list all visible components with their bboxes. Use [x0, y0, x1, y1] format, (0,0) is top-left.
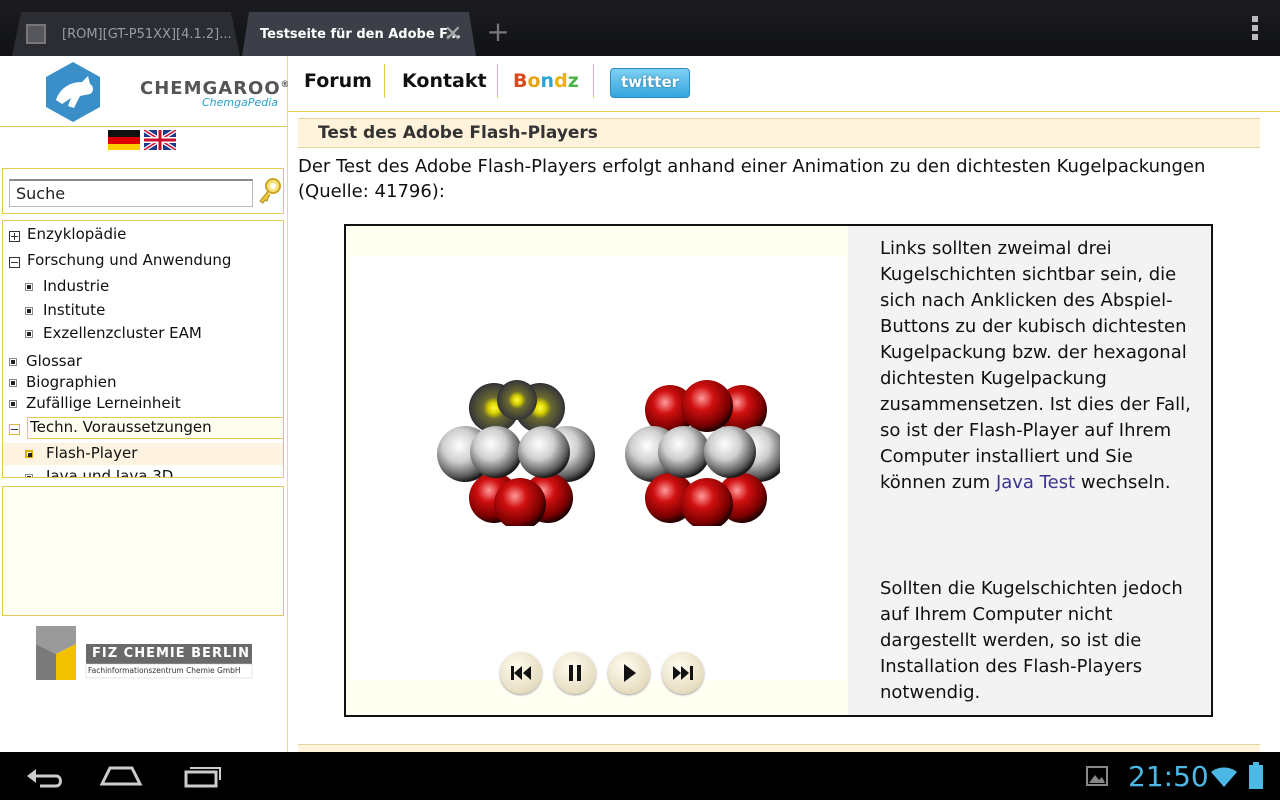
bullet-icon: [9, 379, 17, 387]
nav-forum[interactable]: Forum: [304, 70, 372, 92]
nav-item-enzyklopaedie[interactable]: Enzyklopädie: [27, 225, 126, 243]
pause-icon: [569, 665, 581, 681]
close-tab-icon[interactable]: ✕: [444, 22, 462, 47]
bullet-icon: [25, 283, 33, 291]
top-navigation: Forum Kontakt Bondz twitter: [288, 56, 1280, 112]
sidebar: CHEMGAROO® ChemgaPedia Suche Enzyklopädi…: [0, 56, 290, 752]
nav-item-flash-player[interactable]: Flash-Player: [46, 444, 137, 462]
next-section-header: [298, 744, 1260, 752]
java-test-link[interactable]: Java Test: [996, 472, 1075, 493]
divider: [384, 64, 385, 98]
section-title: Test des Adobe Flash-Players: [318, 123, 598, 143]
back-icon[interactable]: [24, 762, 70, 790]
flash-demo-box: Links sollten zweimal drei Kugelschichte…: [344, 224, 1213, 717]
key-search-icon[interactable]: [257, 177, 283, 205]
overflow-menu-icon[interactable]: [1252, 16, 1260, 40]
bondz-letter: n: [540, 70, 555, 92]
nav-item-java[interactable]: Java und Java 3D: [46, 467, 173, 477]
tab-title: [ROM][GT-P51XX][4.1.2]...: [62, 26, 232, 42]
skip-forward-icon: [673, 666, 693, 680]
fiz-title: FIZ CHEMIE BERLIN: [92, 646, 250, 661]
intro-text: Der Test des Adobe Flash-Players erfolgt…: [298, 156, 1206, 202]
browser-tab-active[interactable]: Testseite für den Adobe F... ✕: [242, 12, 476, 56]
logo-subtitle: ChemgaPedia: [202, 96, 279, 109]
flash-animation-area[interactable]: [350, 256, 846, 694]
kangaroo-logo-icon: [46, 62, 100, 122]
home-icon[interactable]: [98, 762, 144, 790]
collapse-icon[interactable]: [9, 257, 20, 268]
tab-title: Testseite für den Adobe F...: [260, 26, 461, 42]
collapse-icon[interactable]: [9, 424, 20, 435]
twitter-button[interactable]: twitter: [610, 68, 690, 98]
bondz-letter: z: [567, 70, 579, 92]
description-text-2: Sollten die Kugelschichten jedoch auf Ih…: [880, 578, 1183, 703]
german-flag-icon[interactable]: [108, 130, 140, 150]
wifi-icon: [1211, 767, 1237, 787]
divider: [593, 64, 594, 98]
bullet-icon: [9, 358, 17, 366]
chemgaroo-logo[interactable]: CHEMGAROO® ChemgaPedia: [38, 60, 290, 124]
clock: 21:50: [1128, 760, 1209, 793]
description-panel: Links sollten zweimal drei Kugelschichte…: [848, 226, 1211, 715]
nav-bondz[interactable]: Bondz: [513, 70, 579, 92]
nav-item-industrie[interactable]: Industrie: [43, 277, 109, 295]
nav-item-zufaellige-lerneinheit[interactable]: Zufällige Lerneinheit: [26, 394, 181, 412]
play-button[interactable]: [608, 652, 650, 694]
system-navigation-bar: 21:50: [0, 752, 1280, 800]
description-part: Links sollten zweimal drei Kugelschichte…: [880, 238, 1191, 493]
bondz-letter: B: [513, 70, 528, 92]
nav-item-exzellenzcluster[interactable]: Exzellenzcluster EAM: [43, 324, 202, 342]
bondz-letter: o: [527, 70, 541, 92]
bullet-icon: [25, 330, 33, 338]
browser-tab-rom[interactable]: [ROM][GT-P51XX][4.1.2]...: [12, 12, 240, 56]
nav-item-biographien[interactable]: Biographien: [26, 373, 116, 391]
nav-item-techn-voraussetzungen[interactable]: Techn. Voraussetzungen: [30, 418, 212, 436]
expand-icon[interactable]: [9, 231, 20, 242]
bullet-icon: [9, 400, 17, 408]
uk-flag-icon[interactable]: [144, 130, 176, 150]
play-icon: [624, 664, 636, 682]
description-part: wechseln.: [1075, 472, 1171, 493]
sidebar-empty-panel: [2, 486, 284, 616]
playback-controls: [500, 652, 710, 696]
navigation-tree: Enzyklopädie Forschung und Anwendung Ind…: [2, 220, 284, 478]
description-text: Links sollten zweimal drei Kugelschichte…: [880, 236, 1200, 496]
section-header: Test des Adobe Flash-Players: [298, 118, 1260, 148]
nav-kontakt[interactable]: Kontakt: [402, 70, 487, 92]
bondz-letter: d: [554, 70, 568, 92]
rewind-button[interactable]: [500, 652, 542, 694]
gallery-notification-icon[interactable]: [1086, 766, 1108, 786]
language-selector: [108, 130, 176, 150]
nav-item-forschung[interactable]: Forschung und Anwendung: [27, 251, 231, 269]
recent-apps-icon[interactable]: [178, 762, 224, 790]
nav-item-institute[interactable]: Institute: [43, 301, 105, 319]
sphere-packing-animation: [437, 380, 780, 526]
fiz-chemie-logo[interactable]: FIZ CHEMIE BERLIN Fachinformationszentru…: [36, 626, 256, 682]
fiz-subtitle: Fachinformationszentrum Chemie GmbH: [88, 666, 241, 675]
main-content: Forum Kontakt Bondz twitter Test des Ado…: [288, 56, 1280, 752]
nav-item-glossar[interactable]: Glossar: [26, 352, 82, 370]
favicon-icon: [26, 24, 46, 44]
bullet-icon: [25, 307, 33, 315]
browser-tab-bar: [ROM][GT-P51XX][4.1.2]... Testseite für …: [0, 0, 1280, 56]
skip-back-icon: [511, 666, 531, 680]
search-input[interactable]: [9, 179, 253, 207]
pause-button[interactable]: [554, 652, 596, 694]
web-page: CHEMGAROO® ChemgaPedia Suche Enzyklopädi…: [0, 56, 1280, 752]
active-bullet-icon: [25, 450, 33, 458]
new-tab-button[interactable]: +: [480, 12, 516, 56]
battery-icon: [1249, 762, 1263, 789]
bullet-icon: [25, 474, 33, 477]
divider: [497, 64, 498, 98]
skip-forward-button[interactable]: [662, 652, 704, 694]
divider: [0, 126, 287, 127]
search-panel: [2, 168, 284, 214]
